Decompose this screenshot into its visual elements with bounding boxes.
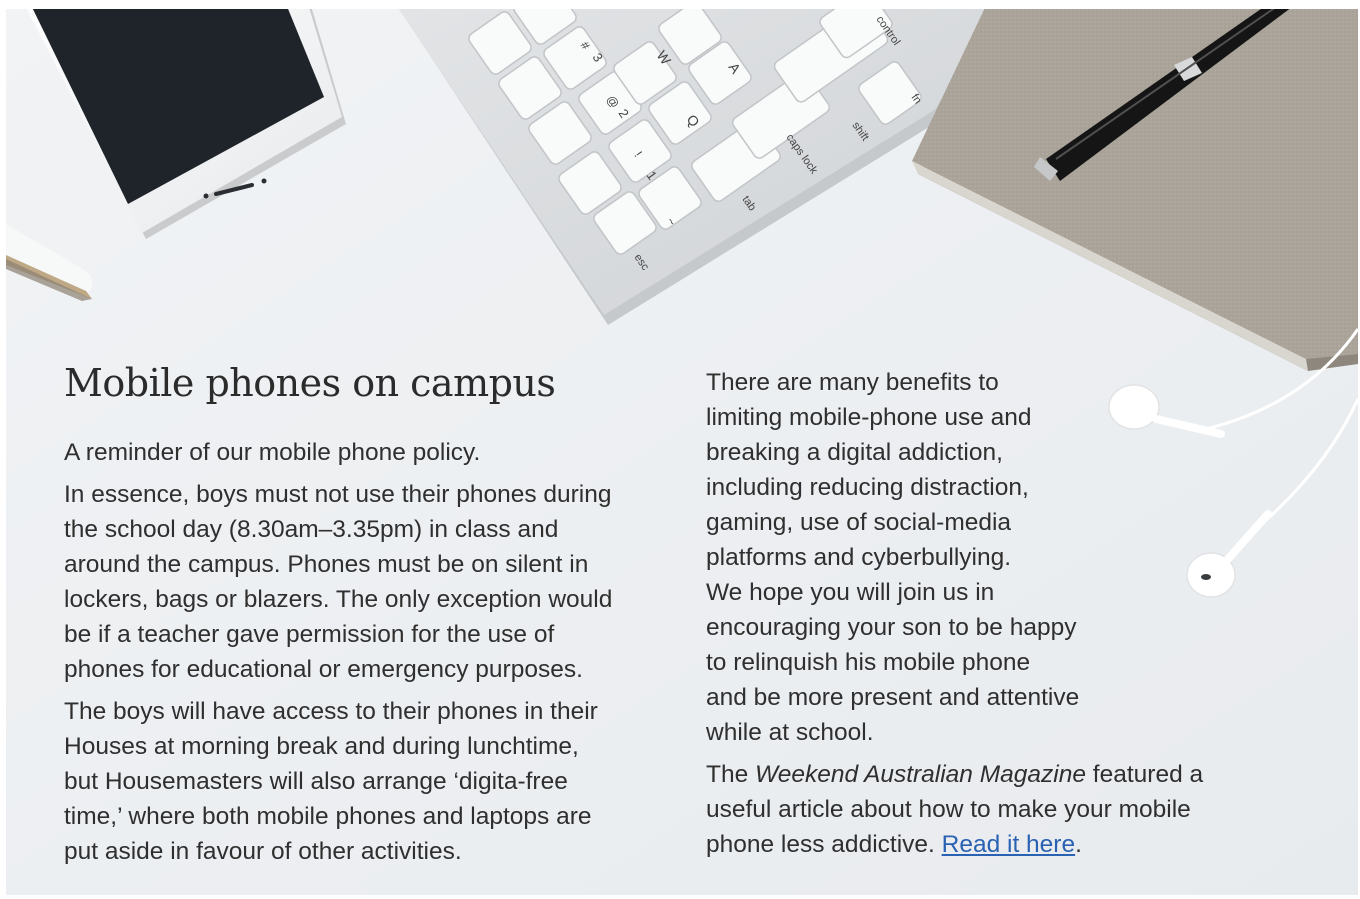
text-line: around the campus. Phones must be on sil…: [64, 551, 589, 578]
article-reference-paragraph: The Weekend Australian Magazine featured…: [706, 757, 1266, 862]
text-line: breaking a digital addiction,: [706, 439, 1003, 466]
read-it-here-link[interactable]: Read it here: [942, 831, 1075, 858]
article-card: esc tab caps lock shift control fn Q W A…: [6, 9, 1358, 895]
text-line: to relinquish his mobile phone: [706, 649, 1031, 676]
right-column: There are many benefits to limiting mobi…: [706, 365, 1266, 869]
text-line: including reducing distraction,: [706, 474, 1029, 501]
text-fragment: The: [706, 761, 756, 788]
text-line: Houses at morning break and during lunch…: [64, 733, 579, 760]
magazine-name: Weekend Australian Magazine: [755, 761, 1086, 788]
text-line: limiting mobile-phone use and: [706, 404, 1032, 431]
text-line: platforms and cyberbullying.: [706, 544, 1012, 571]
text-line: phone less addictive. Read it here.: [706, 827, 1266, 862]
text-line: The Weekend Australian Magazine featured…: [706, 757, 1266, 792]
text-line: lockers, bags or blazers. The only excep…: [64, 586, 613, 613]
policy-paragraph: In essence, boys must not use their phon…: [64, 477, 674, 687]
text-line: while at school.: [706, 719, 874, 746]
benefits-paragraph: There are many benefits to limiting mobi…: [706, 365, 1266, 750]
text-line: gaming, use of social-media: [706, 509, 1012, 536]
text-line: be if a teacher gave permission for the …: [64, 621, 555, 648]
text-fragment: featured a: [1085, 761, 1204, 788]
left-column: A reminder of our mobile phone policy. I…: [64, 435, 674, 876]
text-line: the school day (8.30am–3.35pm) in class …: [64, 516, 559, 543]
text-line: phones for educational or emergency purp…: [64, 656, 583, 683]
text-fragment: .: [1075, 831, 1082, 858]
text-line: We hope you will join us in: [706, 579, 995, 606]
text-line: but Housemasters will also arrange ‘digi…: [64, 768, 568, 795]
text-line: There are many benefits to: [706, 369, 999, 396]
access-paragraph: The boys will have access to their phone…: [64, 694, 674, 869]
page-title: Mobile phones on campus: [64, 361, 556, 405]
text-line: put aside in favour of other activities.: [64, 838, 462, 865]
text-line: encouraging your son to be happy: [706, 614, 1077, 641]
text-line: The boys will have access to their phone…: [64, 698, 598, 725]
intro-paragraph: A reminder of our mobile phone policy.: [64, 439, 481, 466]
text-line: useful article about how to make your mo…: [706, 796, 1191, 823]
text-line: and be more present and attentive: [706, 684, 1080, 711]
text-fragment: phone less addictive.: [706, 831, 942, 858]
text-line: time,’ where both mobile phones and lapt…: [64, 803, 592, 830]
text-line: In essence, boys must not use their phon…: [64, 481, 612, 508]
